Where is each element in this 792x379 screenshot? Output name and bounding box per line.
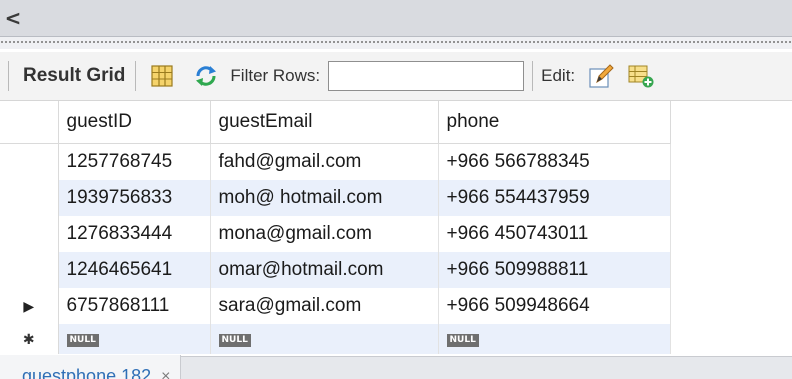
grid-layout-icon[interactable]	[150, 64, 174, 88]
phone-null-cell[interactable]: NULL	[438, 324, 671, 354]
current-row-arrow-icon: ▶	[23, 298, 35, 314]
table-row[interactable]: ▶ 6757868111 sara@gmail.com +966 5099486…	[0, 288, 671, 324]
guestid-null-cell[interactable]: NULL	[58, 324, 211, 354]
phone-cell[interactable]: +966 554437959	[438, 180, 671, 216]
row-header[interactable]	[0, 252, 59, 288]
column-header-phone[interactable]: phone	[438, 101, 671, 144]
edit-label: Edit:	[541, 66, 576, 85]
result-toolbar: Result Grid Filter Rows: Edit:	[0, 52, 792, 101]
guestid-cell[interactable]: 1257768745	[58, 143, 211, 180]
toolbar-separator	[8, 61, 9, 91]
table-row[interactable]: 1276833444 mona@gmail.com +966 450743011	[0, 216, 671, 252]
panel-splitter[interactable]	[0, 37, 792, 49]
refresh-icon[interactable]	[192, 62, 220, 90]
toolbar-separator	[532, 61, 534, 91]
edit-pencil-icon[interactable]	[587, 62, 615, 90]
table-row[interactable]: 1257768745 fahd@gmail.com +966 566788345	[0, 143, 671, 180]
back-arrow-button[interactable]: <	[0, 4, 26, 31]
phone-cell[interactable]: +966 450743011	[438, 216, 671, 252]
row-header[interactable]	[0, 180, 59, 216]
result-tab-guestphone[interactable]: guestphone 182 ×	[0, 355, 182, 379]
row-header[interactable]	[0, 143, 59, 180]
table-row[interactable]: 1246465641 omar@hotmail.com +966 5099888…	[0, 252, 671, 288]
guestemail-cell[interactable]: mona@gmail.com	[210, 216, 439, 252]
row-header[interactable]: ▶	[0, 288, 59, 324]
filter-rows-label: Filter Rows:	[230, 66, 321, 85]
filter-rows-input[interactable]	[328, 61, 525, 91]
row-header[interactable]: ✱	[0, 324, 59, 354]
row-header-corner[interactable]	[0, 101, 59, 144]
toolbar-separator	[135, 61, 137, 91]
null-badge: NULL	[218, 334, 251, 347]
guestemail-cell[interactable]: moh@ hotmail.com	[210, 180, 439, 216]
guestid-cell[interactable]: 6757868111	[58, 288, 211, 324]
guestemail-cell[interactable]: omar@hotmail.com	[210, 252, 439, 288]
guestid-cell[interactable]: 1246465641	[58, 252, 211, 288]
null-badge: NULL	[446, 334, 479, 347]
null-badge: NULL	[66, 334, 99, 347]
phone-cell[interactable]: +966 566788345	[438, 143, 671, 180]
add-row-icon[interactable]	[627, 62, 655, 90]
header-row: guestID guestEmail phone	[0, 101, 671, 144]
new-row-asterisk-icon: ✱	[22, 331, 35, 347]
guestemail-cell[interactable]: fahd@gmail.com	[210, 143, 439, 180]
result-grid: guestID guestEmail phone 1257768745 fahd…	[0, 101, 792, 356]
guestemail-null-cell[interactable]: NULL	[210, 324, 439, 354]
guestid-cell[interactable]: 1276833444	[58, 216, 211, 252]
new-row[interactable]: ✱ NULL NULL NULL	[0, 324, 671, 354]
row-header[interactable]	[0, 216, 59, 252]
splitter-grip[interactable]	[0, 40, 792, 44]
column-header-guestid[interactable]: guestID	[58, 101, 211, 144]
table-row[interactable]: 1939756833 moh@ hotmail.com +966 5544379…	[0, 180, 671, 216]
result-tabs-bar: guestphone 182 ×	[0, 355, 792, 379]
guestemail-cell[interactable]: sara@gmail.com	[210, 288, 439, 324]
column-header-guestemail[interactable]: guestEmail	[210, 101, 439, 144]
result-tab-label: guestphone 182	[22, 366, 152, 379]
guestid-cell[interactable]: 1939756833	[58, 180, 211, 216]
result-grid-tab[interactable]: Result Grid	[23, 65, 125, 87]
phone-cell[interactable]: +966 509988811	[438, 252, 671, 288]
top-bar: <	[0, 0, 792, 37]
results-table: guestID guestEmail phone 1257768745 fahd…	[0, 101, 671, 354]
phone-cell[interactable]: +966 509948664	[438, 288, 671, 324]
close-tab-icon[interactable]: ×	[161, 368, 170, 379]
